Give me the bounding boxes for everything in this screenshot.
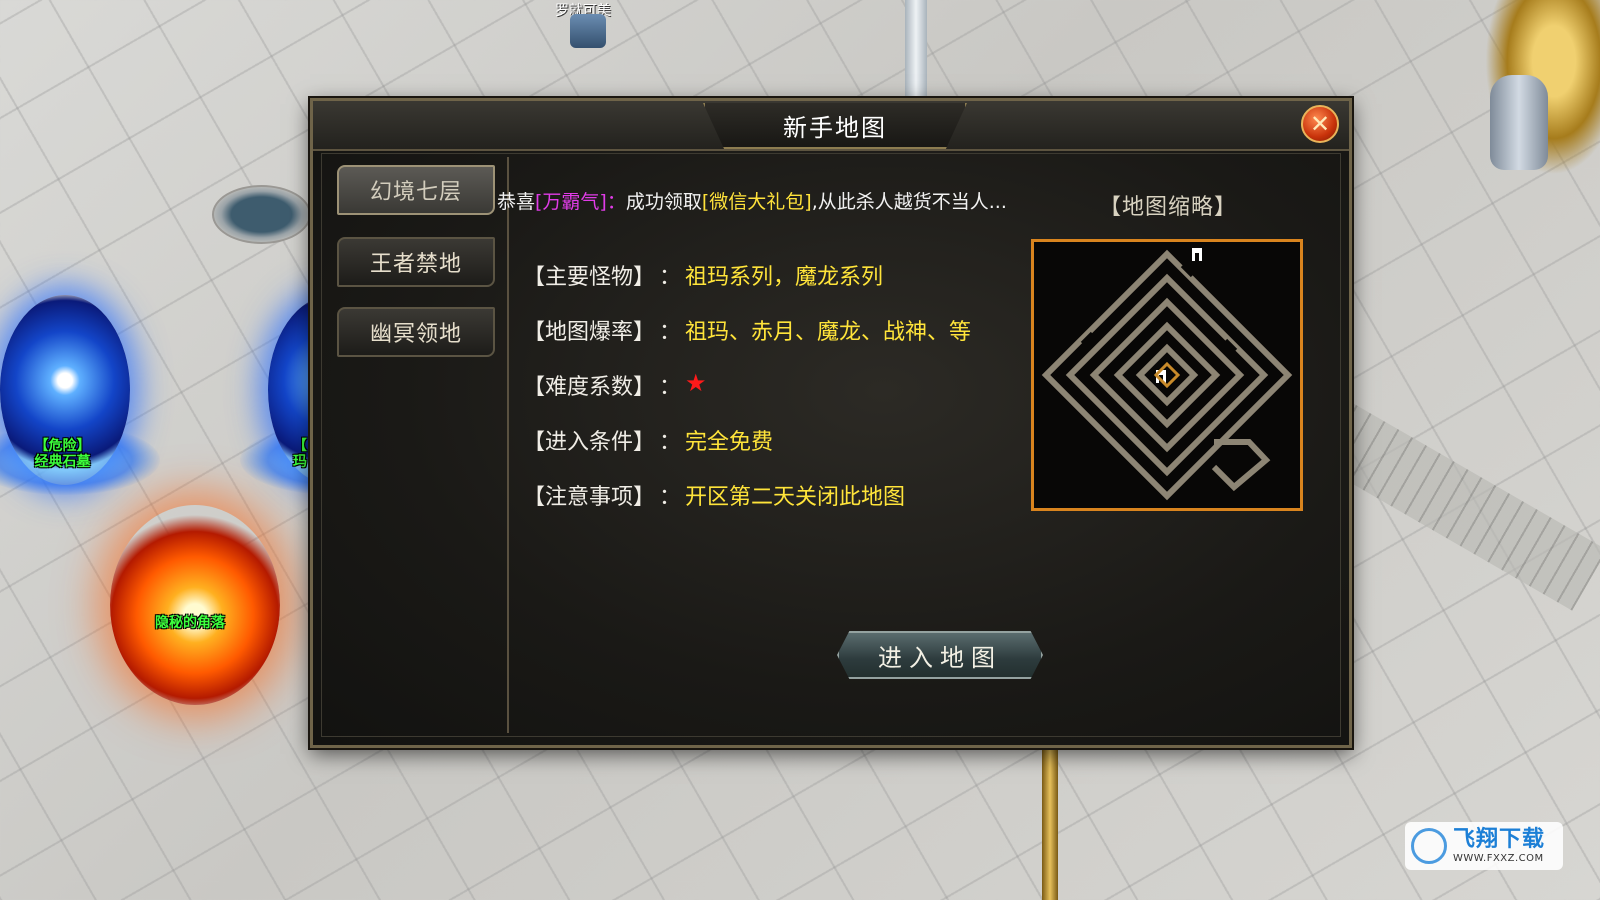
enter-map-button-label: 进入地图 xyxy=(878,643,1002,672)
info-row-monsters: 【主要怪物】 ： 祖玛系列，魔龙系列 xyxy=(523,259,883,291)
fire-portal[interactable] xyxy=(110,505,280,705)
watermark-url: WWW.FXXZ.COM xyxy=(1453,852,1544,864)
marquee-item: [微信大礼包] xyxy=(701,191,812,213)
fxxz-logo-icon xyxy=(1411,828,1447,864)
info-value: 完全免费 xyxy=(685,430,774,455)
portal-right-label: 【 玛 xyxy=(293,438,307,470)
info-separator: ： xyxy=(659,320,682,345)
info-label: 【难度系数】 xyxy=(523,375,656,400)
info-value: 开区第二天关闭此地图 xyxy=(685,485,906,510)
sidebar-item-wangzhe[interactable]: 王者禁地 xyxy=(337,237,495,287)
marquee-colon: ： xyxy=(606,191,626,213)
info-label: 【注意事项】 xyxy=(523,485,656,510)
info-row-entry-condition: 【进入条件】 ： 完全免费 xyxy=(523,424,773,456)
marquee-player: [万霸气] xyxy=(535,191,607,213)
info-value: 祖玛、赤月、魔龙、战神、等 xyxy=(685,320,972,345)
difficulty-star-icon: ★ xyxy=(685,369,707,397)
sidebar-item-youming[interactable]: 幽冥领地 xyxy=(337,307,495,357)
map-list-sidebar: 幻境七层 王者禁地 幽冥领地 xyxy=(325,157,509,733)
pillar xyxy=(905,0,927,100)
close-icon: ✕ xyxy=(1309,110,1331,138)
info-separator: ： xyxy=(659,265,682,290)
dialog-title: 新手地图 xyxy=(783,113,887,142)
sidebar-item-label: 王者禁地 xyxy=(369,252,462,277)
info-label: 【进入条件】 xyxy=(523,430,656,455)
info-label: 【主要怪物】 xyxy=(523,265,656,290)
info-row-drop-rate: 【地图爆率】 ： 祖玛、赤月、魔龙、战神、等 xyxy=(523,314,971,346)
golden-pole xyxy=(1042,748,1058,900)
info-row-difficulty: 【难度系数】 ： ★ xyxy=(523,369,707,401)
marquee-middle: 成功领取 xyxy=(625,191,702,213)
new-player-map-dialog: 新手地图 ✕ 幻境七层 王者禁地 幽冥领地 恭喜[万霸气]：成功领取[微信大礼包… xyxy=(310,98,1352,748)
title-plate: 新手地图 xyxy=(703,103,967,149)
info-separator: ： xyxy=(659,485,682,510)
info-value: 祖玛系列，魔龙系列 xyxy=(685,265,884,290)
marquee-suffix: ,从此杀人越货不当人... xyxy=(811,191,1007,213)
info-row-notes: 【注意事项】 ： 开区第二天关闭此地图 xyxy=(523,479,905,511)
close-button[interactable]: ✕ xyxy=(1301,105,1339,143)
vase xyxy=(1490,75,1548,170)
map-thumbnail-label: 【地图缩略】 xyxy=(1099,195,1238,220)
info-label: 【地图爆率】 xyxy=(523,320,656,345)
fire-portal-label: 隐秘的角落 xyxy=(155,615,225,631)
player-character[interactable] xyxy=(570,14,606,48)
fountain xyxy=(212,185,311,244)
sidebar-item-huanjing[interactable]: 幻境七层 xyxy=(337,165,495,215)
sidebar-item-label: 幽冥领地 xyxy=(369,322,462,347)
info-separator: ： xyxy=(659,375,682,400)
portal-left-label: 【危险】 经典石墓 xyxy=(34,438,91,470)
dialog-header: 新手地图 ✕ xyxy=(313,101,1349,151)
maze-map-icon xyxy=(1041,248,1293,501)
map-thumbnail xyxy=(1031,239,1303,511)
marquee-prefix: 恭喜 xyxy=(497,191,536,213)
enter-map-button[interactable]: 进入地图 xyxy=(837,631,1043,679)
broadcast-marquee: 恭喜[万霸气]：成功领取[微信大礼包],从此杀人越货不当人... xyxy=(497,187,1007,214)
watermark-name: 飞翔下载 xyxy=(1453,826,1546,852)
info-separator: ： xyxy=(659,430,682,455)
sidebar-item-label: 幻境七层 xyxy=(369,180,462,205)
watermark: 飞翔下载 WWW.FXXZ.COM xyxy=(1405,822,1563,870)
